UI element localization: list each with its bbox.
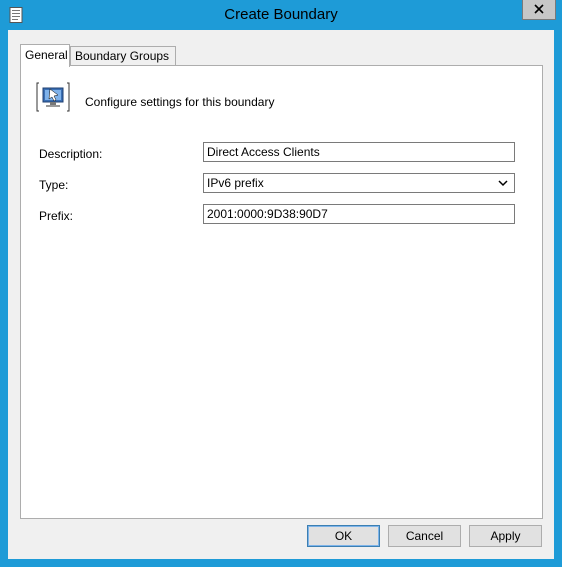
description-label: Description:: [39, 147, 103, 161]
type-label: Type:: [39, 178, 69, 192]
boundary-icon: [36, 81, 70, 113]
tab-boundary-groups[interactable]: Boundary Groups: [70, 46, 176, 66]
title-bar: Create Boundary: [0, 0, 562, 30]
tab-general[interactable]: General: [20, 44, 70, 67]
description-field[interactable]: Direct Access Clients: [203, 142, 515, 162]
cancel-button[interactable]: Cancel: [388, 525, 461, 547]
prefix-label: Prefix:: [39, 209, 74, 223]
ok-button[interactable]: OK: [307, 525, 380, 547]
close-icon: [534, 3, 544, 17]
close-button[interactable]: [522, 0, 556, 20]
chevron-down-icon[interactable]: [497, 176, 509, 190]
dialog-client-area: General Boundary Groups Configure settin…: [8, 30, 554, 559]
general-tab-panel: Configure settings for this boundary Des…: [20, 65, 543, 519]
window-title: Create Boundary: [224, 6, 338, 23]
prefix-field[interactable]: 2001:0000:9D38:90D7: [203, 204, 515, 224]
type-select[interactable]: IPv6 prefix: [203, 173, 515, 193]
header-description: Configure settings for this boundary: [85, 95, 275, 109]
type-select-value: IPv6 prefix: [207, 176, 264, 190]
apply-button[interactable]: Apply: [469, 525, 542, 547]
create-boundary-dialog: Create Boundary General Boundary Groups: [0, 0, 562, 567]
